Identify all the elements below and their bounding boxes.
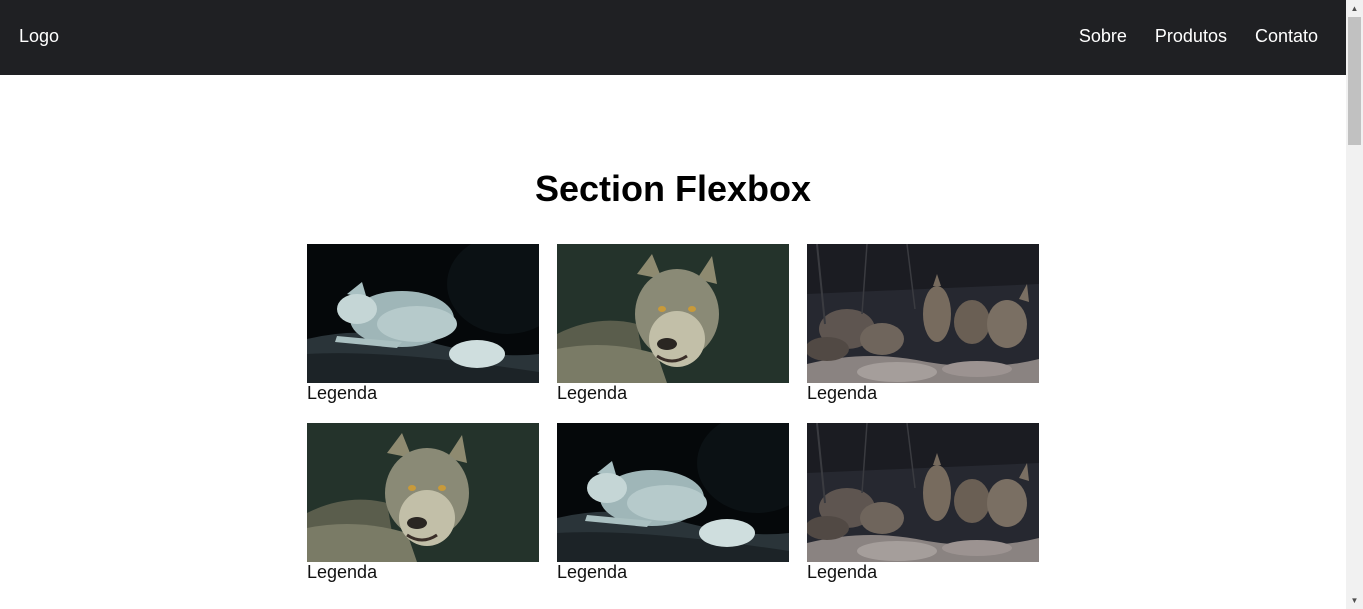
nav-link-produtos[interactable]: Produtos [1155, 25, 1227, 47]
image-caption: Legenda [557, 562, 628, 582]
scrollbar-thumb[interactable] [1348, 17, 1361, 145]
page: Logo Sobre Produtos Contato Section Flex… [0, 0, 1346, 609]
gallery-card: Legenda [307, 244, 539, 403]
gray-wolf-portrait-photo [307, 423, 539, 562]
section-title: Section Flexbox [534, 168, 812, 209]
wolf-pack-rocks-photo [807, 423, 1039, 562]
gallery-card: Legenda [557, 423, 789, 582]
vertical-scrollbar[interactable]: ▲ ▼ [1346, 0, 1363, 609]
image-caption: Legenda [807, 562, 878, 582]
gallery-card: Legenda [557, 244, 789, 403]
image-caption: Legenda [557, 383, 628, 403]
wolf-pack-rocks-photo [807, 244, 1039, 383]
white-wolf-lying-photo [307, 244, 539, 383]
logo-link[interactable]: Logo [19, 25, 59, 47]
nav-link-contato[interactable]: Contato [1255, 25, 1318, 47]
site-header: Logo Sobre Produtos Contato [0, 0, 1346, 75]
nav-link-sobre[interactable]: Sobre [1079, 25, 1127, 47]
image-caption: Legenda [307, 562, 378, 582]
gray-wolf-portrait-photo [557, 244, 789, 383]
scroll-up-arrow-icon[interactable]: ▲ [1346, 0, 1363, 17]
main-nav: Sobre Produtos Contato [1079, 25, 1318, 47]
gallery-card: Legenda [807, 423, 1039, 582]
image-caption: Legenda [807, 383, 878, 403]
scroll-down-arrow-icon[interactable]: ▼ [1346, 592, 1363, 609]
image-gallery: Legenda Legenda Legenda Legenda Legenda … [307, 244, 1039, 582]
white-wolf-lying-photo [557, 423, 789, 562]
browser-viewport: Logo Sobre Produtos Contato Section Flex… [0, 0, 1363, 609]
gallery-card: Legenda [307, 423, 539, 582]
gallery-card: Legenda [807, 244, 1039, 403]
image-caption: Legenda [307, 383, 378, 403]
